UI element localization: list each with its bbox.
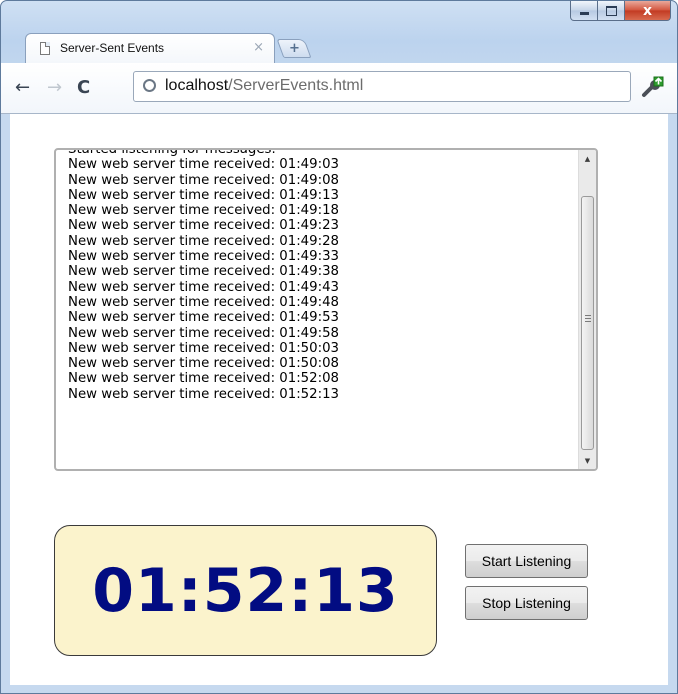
- close-window-button[interactable]: x: [625, 1, 671, 21]
- wrench-icon[interactable]: [641, 75, 665, 99]
- log-line: New web server time received: 01:49:53: [68, 310, 339, 326]
- message-log-lines: Started listening for messages. New web s…: [68, 148, 572, 402]
- log-line: Started listening for messages.: [68, 148, 276, 157]
- url-path: /ServerEvents.html: [228, 77, 364, 94]
- browser-window: x Server-Sent Events × + ← → C localhost…: [0, 0, 678, 694]
- log-line: New web server time received: 01:49:43: [68, 279, 339, 295]
- forward-arrow-icon[interactable]: →: [47, 79, 62, 97]
- scroll-down-icon[interactable]: ▼: [579, 452, 596, 469]
- stop-listening-button[interactable]: Stop Listening: [465, 586, 588, 620]
- clock-time: 01:52:13: [92, 555, 399, 626]
- clock-display: 01:52:13: [54, 525, 437, 656]
- grip-icon: [585, 315, 591, 322]
- log-line: New web server time received: 01:49:13: [68, 187, 339, 203]
- log-line: New web server time received: 01:52:08: [68, 371, 339, 387]
- url-host: localhost: [165, 77, 229, 94]
- new-tab-button[interactable]: +: [276, 39, 312, 58]
- log-line: New web server time received: 01:52:13: [68, 386, 339, 402]
- log-line: New web server time received: 01:49:48: [68, 294, 339, 310]
- log-line: New web server time received: 01:50:03: [68, 340, 339, 356]
- page-content: Started listening for messages. New web s…: [10, 114, 668, 685]
- log-line: New web server time received: 01:49:18: [68, 203, 339, 219]
- address-url: localhost/ServerEvents.html: [165, 77, 363, 95]
- minimize-button[interactable]: [570, 1, 598, 21]
- reload-icon[interactable]: C: [77, 79, 90, 97]
- tab-title: Server-Sent Events: [60, 41, 165, 55]
- scrollbar-thumb[interactable]: [581, 196, 594, 450]
- log-scrollbar[interactable]: ▲ ▼: [578, 150, 596, 469]
- new-tab-icon: +: [288, 41, 300, 56]
- message-log[interactable]: Started listening for messages. New web s…: [54, 148, 598, 471]
- maximize-icon: [605, 5, 617, 16]
- log-line: New web server time received: 01:49:08: [68, 172, 339, 188]
- window-controls: x: [570, 1, 671, 23]
- globe-icon: [143, 79, 156, 92]
- page-icon: [40, 42, 50, 55]
- log-line: New web server time received: 01:49:38: [68, 264, 339, 280]
- log-line: New web server time received: 01:49:33: [68, 249, 339, 265]
- log-line: New web server time received: 01:49:28: [68, 233, 339, 249]
- back-arrow-icon[interactable]: ←: [15, 79, 30, 97]
- browser-tab[interactable]: Server-Sent Events ×: [25, 33, 275, 63]
- browser-toolbar: ← → C localhost/ServerEvents.html: [1, 63, 677, 114]
- close-icon: x: [642, 2, 653, 19]
- tab-close-button[interactable]: ×: [253, 40, 264, 55]
- scroll-up-icon[interactable]: ▲: [579, 150, 596, 167]
- start-listening-button[interactable]: Start Listening: [465, 544, 588, 578]
- maximize-button[interactable]: [598, 1, 625, 21]
- minimize-icon: [579, 12, 589, 15]
- log-line: New web server time received: 01:50:08: [68, 356, 339, 372]
- log-line: New web server time received: 01:49:58: [68, 325, 339, 341]
- address-bar[interactable]: localhost/ServerEvents.html: [133, 71, 631, 102]
- log-line: New web server time received: 01:49:03: [68, 157, 339, 173]
- log-line: New web server time received: 01:49:23: [68, 218, 339, 234]
